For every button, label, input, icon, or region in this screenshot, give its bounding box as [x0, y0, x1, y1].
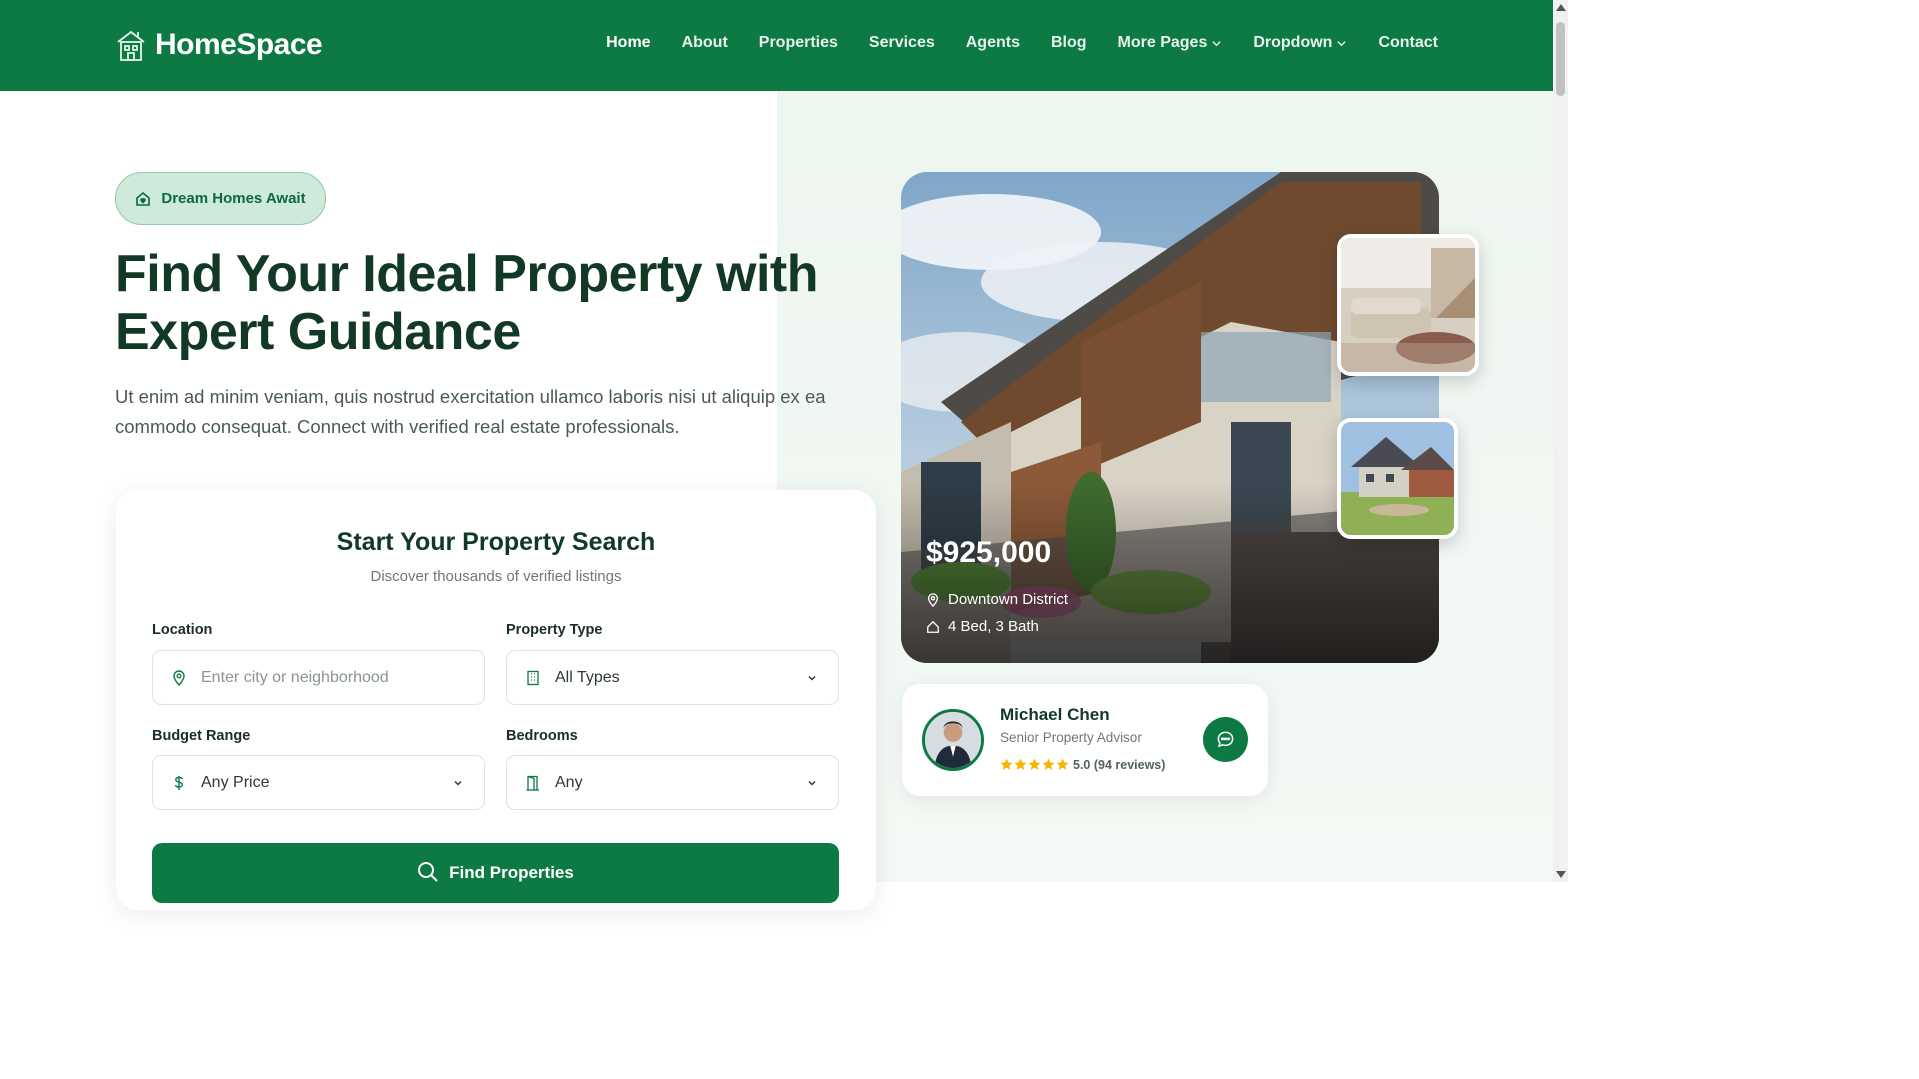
map-pin-icon — [927, 592, 939, 607]
chevron-down-icon — [454, 780, 462, 786]
building-icon — [117, 30, 145, 61]
hero-title-line1: Find Your Ideal Property with — [115, 245, 819, 303]
agent-card: Michael Chen Senior Property Advisor 5.0… — [902, 684, 1268, 796]
chevron-down-icon — [1337, 40, 1347, 46]
nav-properties[interactable]: Properties — [759, 34, 838, 52]
budget-select[interactable]: Any Price — [152, 755, 485, 810]
nav-agents[interactable]: Agents — [966, 34, 1020, 52]
star-icon — [1000, 758, 1013, 770]
agent-photo — [925, 712, 981, 768]
nav-blog[interactable]: Blog — [1051, 34, 1087, 52]
nav-dropdown-label: Dropdown — [1253, 34, 1333, 51]
suburban-house-photo — [1341, 422, 1454, 535]
brand-name: HomeSpace — [155, 28, 323, 61]
search-card: Start Your Property Search Discover thou… — [116, 490, 876, 910]
scroll-down-arrow-icon[interactable] — [1556, 871, 1566, 878]
star-icon — [1056, 758, 1069, 770]
nav-more-pages-label: More Pages — [1117, 34, 1208, 51]
search-title: Start Your Property Search — [336, 528, 656, 556]
property-location-text: Downtown District — [948, 591, 1069, 608]
property-type-label: Property Type — [506, 622, 603, 638]
hero-title-line2: Expert Guidance — [115, 303, 521, 361]
nav-about[interactable]: About — [682, 34, 728, 52]
search-subtitle: Discover thousands of verified listings — [370, 568, 622, 585]
scroll-up-arrow-icon[interactable] — [1556, 4, 1566, 11]
chevron-down-icon — [808, 675, 816, 681]
location-placeholder: Enter city or neighborhood — [201, 668, 389, 686]
chevron-down-icon — [808, 780, 816, 786]
home-heart-icon — [136, 191, 151, 206]
bedrooms-value: Any — [555, 773, 583, 791]
property-location: Downtown District — [926, 591, 1068, 608]
property-type-value: All Types — [555, 668, 620, 686]
site-header: HomeSpace Home About Properties Services… — [0, 0, 1553, 91]
property-specs-text: 4 Bed, 3 Bath — [948, 618, 1039, 635]
house-thumbnail[interactable] — [1337, 418, 1458, 539]
hero-badge: Dream Homes Await — [115, 172, 326, 225]
house-icon — [927, 620, 939, 633]
living-room-photo — [1341, 238, 1475, 372]
chat-button[interactable] — [1203, 717, 1248, 762]
star-icon — [1028, 758, 1041, 770]
hero-description: Ut enim ad minim veniam, quis nostrud ex… — [115, 386, 826, 437]
main-nav: Home About Properties Services Agents Bl… — [606, 34, 1438, 52]
nav-home[interactable]: Home — [606, 34, 650, 52]
page-scrollbar[interactable] — [1553, 0, 1568, 882]
interior-thumbnail[interactable] — [1337, 234, 1479, 376]
building-icon — [527, 670, 539, 685]
nav-contact[interactable]: Contact — [1378, 34, 1438, 52]
agent-star-rating — [1000, 758, 1069, 771]
brand-logo[interactable]: HomeSpace — [115, 28, 323, 62]
scrollbar-thumb[interactable] — [1556, 22, 1565, 96]
agent-rating-text: 5.0 (94 reviews) — [1073, 758, 1166, 772]
hero-badge-label: Dream Homes Await — [161, 190, 306, 207]
chevron-down-icon — [1212, 40, 1221, 46]
nav-more-pages[interactable]: More Pages — [1118, 34, 1223, 52]
bedrooms-label: Bedrooms — [506, 728, 578, 744]
bedrooms-select[interactable]: Any — [506, 755, 839, 810]
find-properties-label: Find Properties — [449, 863, 574, 882]
budget-value: Any Price — [201, 773, 270, 791]
budget-label: Budget Range — [152, 728, 251, 744]
agent-name: Michael Chen — [1000, 705, 1110, 724]
star-icon — [1042, 758, 1055, 770]
avatar[interactable] — [922, 709, 984, 771]
nav-services[interactable]: Services — [869, 34, 935, 52]
property-specs: 4 Bed, 3 Bath — [926, 618, 1039, 635]
property-price: $925,000 — [926, 536, 1052, 569]
property-type-select[interactable]: All Types — [506, 650, 839, 705]
star-icon — [1014, 758, 1027, 770]
nav-dropdown[interactable]: Dropdown — [1253, 34, 1347, 52]
search-icon — [418, 862, 438, 882]
map-pin-icon — [173, 669, 185, 686]
hero-title: Find Your Ideal Property with Expert Gui… — [115, 245, 875, 361]
chat-icon — [1217, 731, 1234, 748]
location-label: Location — [152, 622, 213, 638]
door-icon — [526, 775, 539, 791]
find-properties-button[interactable]: Find Properties — [152, 843, 839, 903]
agent-role: Senior Property Advisor — [1000, 730, 1142, 745]
location-input[interactable]: Enter city or neighborhood — [152, 650, 485, 705]
dollar-icon — [174, 775, 184, 790]
